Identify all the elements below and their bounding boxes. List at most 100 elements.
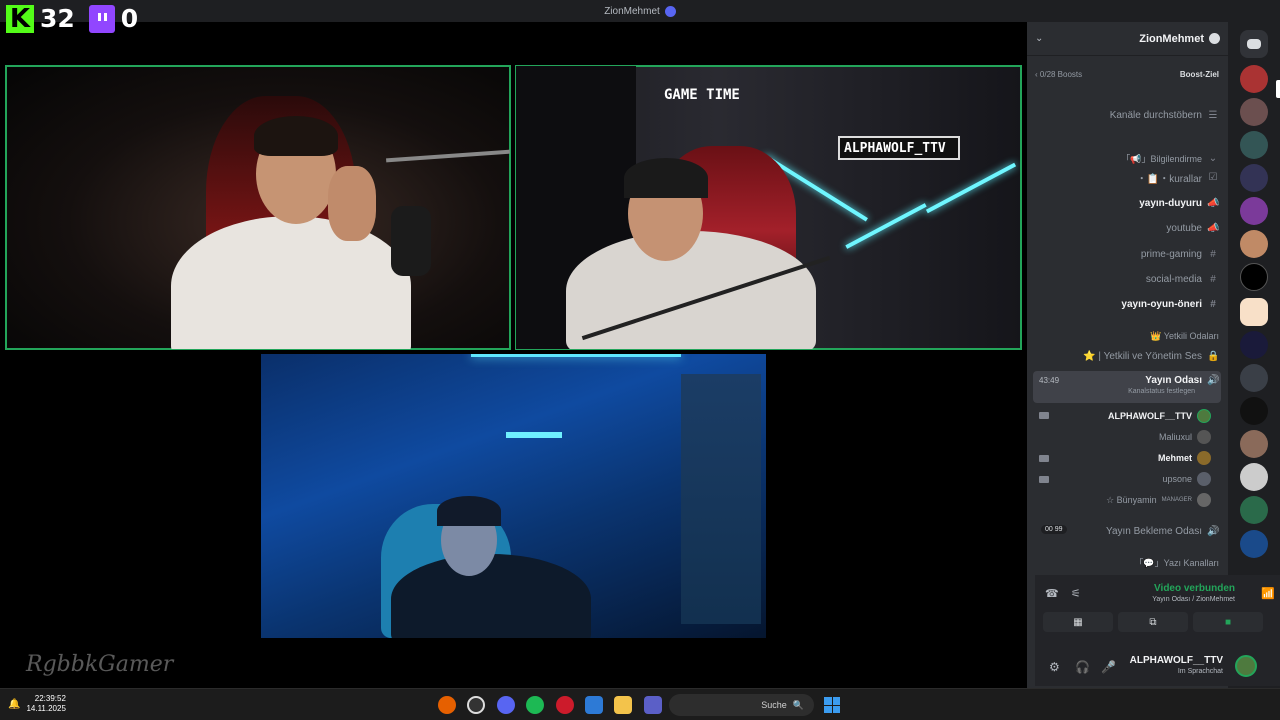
avatar[interactable] [1235,655,1257,677]
server-name-label: ZionMehmet [1139,32,1204,45]
notification-icon[interactable]: 🔔 [8,699,20,710]
server-icon[interactable] [1240,65,1268,93]
lock-icon: 🔒 [1207,350,1220,362]
channel-label: ・📋・kurallar [1136,173,1202,185]
server-icon[interactable] [1240,298,1268,326]
room-door [681,374,761,624]
channel-yetkili-ses[interactable]: ⭐ | Yetkili ve Yönetim Ses 🔒 [1033,346,1221,366]
server-settings-icon [1209,33,1220,44]
camera-icon: ■ [1224,616,1232,628]
server-icon[interactable] [1240,397,1268,425]
voice-member[interactable]: upsone [1047,469,1211,489]
server-icon[interactable] [1240,263,1268,291]
neon-light-mid [845,203,927,249]
channel-social-media[interactable]: social-media # [1033,269,1221,289]
video-tile-user-2[interactable]: GAME TIME ALPHAWOLF_TTV [515,65,1022,350]
server-icon[interactable] [1240,463,1268,491]
file-explorer-icon[interactable] [614,696,632,714]
discord-home-icon[interactable] [1240,30,1268,58]
chevron-down-icon[interactable]: ⌄ [1035,33,1043,44]
neon-light-right [925,162,1017,214]
speaker-icon: 🔊 [1207,375,1220,386]
server-icon[interactable] [1240,98,1268,126]
boost-label: Boost-Ziel [1179,69,1219,79]
voice-member[interactable]: ☆ Bünyamin MANAGER [1047,490,1211,510]
user-panel: ALPHAWOLF__TTV Im Sprachchat ⚙ 🎧 🎤 [1035,648,1280,686]
headphones-icon[interactable]: 🎧 [1075,660,1090,674]
server-icon[interactable] [1240,530,1268,558]
server-header[interactable]: ⌄ ZionMehmet [1027,22,1228,56]
user-name: ALPHAWOLF__TTV [1129,655,1223,666]
opera-icon[interactable] [556,696,574,714]
window-titlebar: ZionMehmet [0,0,1280,22]
room-ceiling-light [471,354,681,357]
discord-icon[interactable] [497,696,515,714]
voice-status: Video verbunden [1154,583,1235,594]
video-tile-user-3[interactable] [261,354,766,638]
server-icon[interactable] [1240,331,1268,359]
megaphone-icon: 📣 [1207,222,1220,234]
firefox-icon[interactable] [438,696,456,714]
channel-youtube[interactable]: youtube 📣 [1033,218,1221,238]
channel-label: yayın-oyun-öneri [1121,298,1202,310]
disconnect-icon[interactable]: ☎ [1045,587,1059,600]
hash-icon: # [1210,298,1216,310]
spotify-icon[interactable] [526,696,544,714]
signal-icon[interactable]: 📶 [1261,587,1275,600]
person-hair [254,116,338,156]
channel-yayin-bekleme-odasi[interactable]: Yayın Bekleme Odası 🔊 [1033,521,1221,541]
channel-label: social-media [1145,273,1202,285]
server-icon[interactable] [1240,197,1268,225]
server-icon[interactable] [1240,131,1268,159]
boost-value: ‹ 0/28 Boosts [1035,69,1083,79]
megaphone-icon: 📣 [1207,197,1220,209]
category-label: 「💬」Yazı Kanalları [1134,557,1219,568]
boost-count: 0/28 Boosts [1039,69,1083,79]
camera-button[interactable]: ■ [1193,612,1263,632]
server-icon[interactable] [1240,430,1268,458]
rules-icon: ☑ [1208,171,1218,183]
server-name: ZionMehmet [1139,33,1220,45]
microphone-icon[interactable]: 🎤 [1101,660,1116,674]
activities-button[interactable]: ▦ [1043,612,1113,632]
list-icon: ☰ [1208,109,1218,121]
server-icon[interactable] [1240,230,1268,258]
category-yazi-kanallari[interactable]: 「💬」Yazı Kanalları [1033,554,1221,570]
voice-member[interactable]: Mehmet [1047,448,1211,468]
store-icon[interactable] [585,696,603,714]
video-tile-user-1[interactable] [5,65,511,350]
channel-yayin-odasi[interactable]: 43:49 Yayın Odası 🔊 Kanalstatus festlege… [1033,371,1221,403]
browse-channels-label: Kanäle durchstöbern [1109,109,1202,121]
channel-prime-gaming[interactable]: prime-gaming # [1033,244,1221,264]
server-icon[interactable] [1240,364,1268,392]
voice-member[interactable]: ALPHAWOLF__TTV [1047,406,1211,426]
channel-yayin-duyuru[interactable]: yayın-duyuru 📣 [1033,193,1221,213]
windows-start-icon[interactable] [824,697,840,713]
channel-label: Yayın Bekleme Odası [1106,525,1202,537]
obs-icon[interactable] [467,696,485,714]
channel-yayin-oyun-oneri[interactable]: yayın-oyun-öneri # [1033,294,1221,314]
taskbar-search[interactable]: Suche 🔍 [669,694,814,716]
category-bilgilendirme[interactable]: 「📢」Bilgilendirme ⌄ [1033,150,1221,166]
category-yetkili-odalari[interactable]: 👑 Yetkili Odaları [1033,328,1221,344]
kick-viewer-count: 32 [40,4,75,33]
role-badge: MANAGER [1161,497,1192,503]
game-time-sign: GAME TIME [664,87,740,103]
call-timer: 43:49 [1039,376,1060,385]
headphones [624,158,708,198]
kick-logo-icon: K [6,4,34,33]
avatar [1197,409,1211,423]
settings-gear-icon[interactable]: ⚙ [1049,660,1060,674]
voice-member[interactable]: Maliuxul [1047,427,1211,447]
person-body [391,554,591,638]
server-icon[interactable] [1240,164,1268,192]
teams-icon[interactable] [644,696,662,714]
server-icon[interactable] [1240,496,1268,524]
noise-suppression-icon[interactable]: ⚟ [1071,587,1081,600]
voice-channel-path[interactable]: Yayın Odası / ZionMehmet [1152,596,1235,603]
boost-goal-bar[interactable]: ‹ 0/28 Boosts Boost-Ziel [1035,66,1219,82]
screen-share-button[interactable]: ⧉ [1118,612,1188,632]
channel-kurallar[interactable]: ・📋・kurallar ☑ [1033,167,1221,187]
browse-channels[interactable]: Kanäle durchstöbern ☰ [1033,105,1221,125]
system-clock[interactable]: 🔔 22:39:52 14.11.2025 [8,694,66,714]
